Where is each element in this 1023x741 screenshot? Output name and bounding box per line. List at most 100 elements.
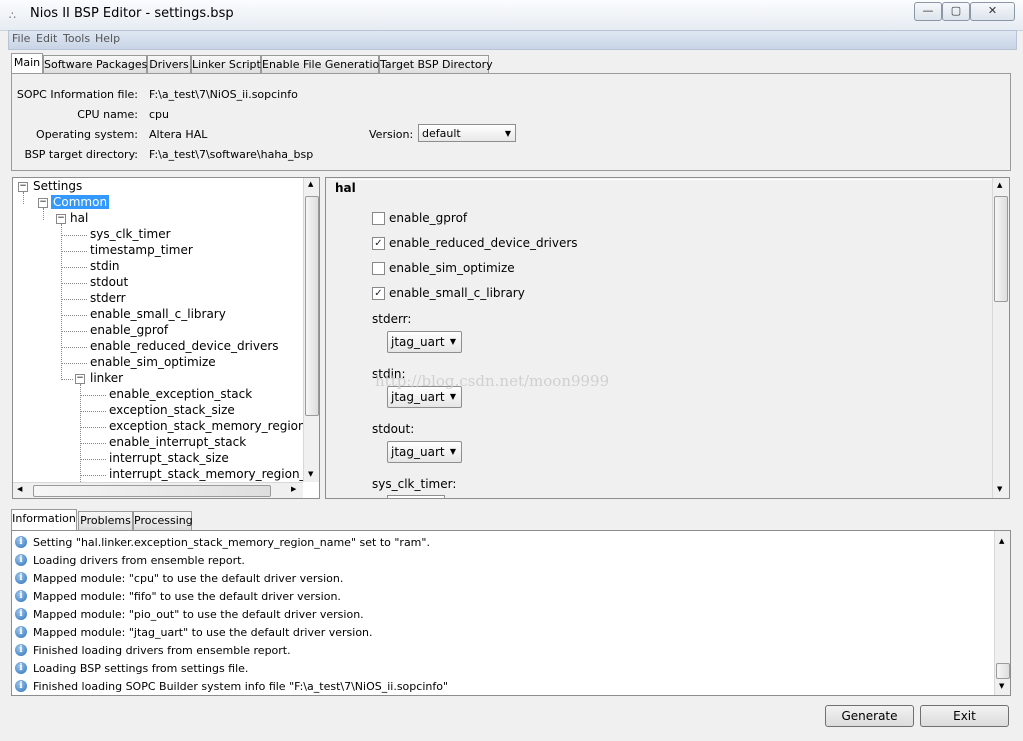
tree-vertical-scrollbar[interactable]: ▲ ▼ <box>303 178 319 482</box>
information-log: i Setting "hal.linker.exception_stack_mem… <box>11 530 1011 696</box>
tree-node-hal-child[interactable]: enable_gprof <box>90 323 168 337</box>
tab-main[interactable]: Main <box>11 53 43 73</box>
log-message: Loading drivers from ensemble report. <box>33 554 245 567</box>
scrollbar-thumb[interactable] <box>33 485 271 497</box>
close-icon[interactable]: ✕ <box>970 2 1015 21</box>
tab-software-packages[interactable]: Software Packages <box>43 55 147 74</box>
version-value: default <box>422 127 461 140</box>
exit-button[interactable]: Exit <box>920 705 1009 727</box>
scroll-up-icon[interactable]: ▲ <box>999 537 1004 545</box>
scroll-down-icon[interactable]: ▼ <box>997 485 1002 493</box>
chevron-down-icon: ▼ <box>449 337 456 346</box>
tab-information[interactable]: Information <box>11 509 77 530</box>
chevron-down-icon: ▼ <box>449 447 456 456</box>
chevron-down-icon: ▼ <box>449 392 456 401</box>
stdout-label: stdout: <box>372 422 415 436</box>
tab-enable-file-generation[interactable]: Enable File Generation <box>261 55 386 74</box>
tree-horizontal-scrollbar[interactable]: ◀ ▶ <box>13 482 303 498</box>
checkbox-label: enable_gprof <box>389 211 468 225</box>
tree-node-hal-child[interactable]: timestamp_timer <box>90 243 193 257</box>
tree-node-linker-child[interactable]: enable_interrupt_stack <box>109 435 246 449</box>
log-message: Mapped module: "cpu" to use the default … <box>33 572 344 585</box>
scroll-down-icon[interactable]: ▼ <box>308 470 313 478</box>
log-message: Mapped module: "jtag_uart" to use the de… <box>33 626 373 639</box>
info-icon: i <box>15 536 27 548</box>
tree-node-common[interactable]: Common <box>51 195 110 209</box>
tab-linker-script[interactable]: Linker Script <box>191 55 261 74</box>
scrollbar-thumb[interactable] <box>996 663 1010 679</box>
os-value: Altera HAL <box>149 128 208 141</box>
sopc-info-label: SOPC Information file: <box>16 88 138 101</box>
tree-node-linker-child[interactable]: interrupt_stack_memory_region_na <box>109 467 319 481</box>
checkbox[interactable]: ✓ <box>372 237 385 250</box>
tree-node-hal-child[interactable]: stdout <box>90 275 128 289</box>
collapse-icon[interactable]: − <box>18 182 28 192</box>
cpu-name-value: cpu <box>149 108 170 121</box>
stdout-select[interactable]: jtag_uart ▼ <box>387 441 462 463</box>
collapse-icon[interactable]: − <box>56 214 66 224</box>
scrollbar-thumb[interactable] <box>305 196 319 416</box>
checkbox-label: enable_sim_optimize <box>389 261 515 275</box>
info-icon: i <box>15 680 27 692</box>
log-message: Mapped module: "fifo" to use the default… <box>33 590 341 603</box>
collapse-icon[interactable]: − <box>75 374 85 384</box>
settings-editor-panel: hal enable_gprof ✓ enable_reduced_device_d… <box>325 177 1010 499</box>
tree-node-linker-child[interactable]: enable_exception_stack <box>109 387 252 401</box>
tab-problems[interactable]: Problems <box>78 511 133 530</box>
log-vertical-scrollbar[interactable]: ▲ ▼ <box>994 531 1010 695</box>
log-message: Mapped module: "pio_out" to use the defa… <box>33 608 364 621</box>
settings-tree: − Settings − Common − hal sys_clk_timert… <box>12 177 320 499</box>
minimize-icon[interactable]: — <box>914 2 942 21</box>
menu-edit[interactable]: Edit <box>36 32 57 45</box>
tree-node-hal-child[interactable]: enable_reduced_device_drivers <box>90 339 279 353</box>
scroll-left-icon[interactable]: ◀ <box>17 485 22 493</box>
log-message: Setting "hal.linker.exception_stack_memo… <box>33 536 430 549</box>
tree-node-hal-child[interactable]: sys_clk_timer <box>90 227 171 241</box>
stderr-label: stderr: <box>372 312 412 326</box>
collapse-icon[interactable]: − <box>38 198 48 208</box>
menu-tools[interactable]: Tools <box>63 32 90 45</box>
version-label: Version: <box>369 128 414 141</box>
tree-node-linker-child[interactable]: exception_stack_memory_region_n <box>109 419 319 433</box>
checkbox[interactable] <box>372 262 385 275</box>
bsp-dir-value: F:\a_test\7\software\haha_bsp <box>149 148 314 161</box>
stderr-select[interactable]: jtag_uart ▼ <box>387 331 462 353</box>
tree-node-linker-child[interactable]: interrupt_stack_size <box>109 451 229 465</box>
sys-clk-timer-select[interactable] <box>387 495 445 498</box>
menu-help[interactable]: Help <box>95 32 120 45</box>
version-select[interactable]: default ▼ <box>418 124 516 142</box>
tab-drivers[interactable]: Drivers <box>147 55 191 74</box>
log-message: Finished loading drivers from ensemble r… <box>33 644 291 657</box>
stdout-value: jtag_uart <box>391 445 445 459</box>
tree-node-hal-child[interactable]: enable_sim_optimize <box>90 355 216 369</box>
menu-file[interactable]: File <box>12 32 30 45</box>
os-label: Operating system: <box>36 128 138 141</box>
watermark-text: http://blog.csdn.net/moon9999 <box>375 372 610 390</box>
settings-vertical-scrollbar[interactable]: ▲ ▼ <box>992 178 1009 498</box>
info-icon: i <box>15 644 27 656</box>
tree-node-hal-child[interactable]: stdin <box>90 259 120 273</box>
tree-node-linker-child[interactable]: exception_stack_size <box>109 403 235 417</box>
maximize-icon[interactable]: ▢ <box>942 2 970 21</box>
scroll-right-icon[interactable]: ▶ <box>291 485 296 493</box>
tree-node-hal-child[interactable]: stderr <box>90 291 126 305</box>
checkbox[interactable] <box>372 212 385 225</box>
scrollbar-thumb[interactable] <box>994 196 1008 302</box>
checkbox[interactable]: ✓ <box>372 287 385 300</box>
stderr-value: jtag_uart <box>391 335 445 349</box>
scroll-up-icon[interactable]: ▲ <box>997 181 1002 189</box>
scroll-up-icon[interactable]: ▲ <box>308 180 313 188</box>
stdin-value: jtag_uart <box>391 390 445 404</box>
window-title: Nios II BSP Editor - settings.bsp <box>30 6 234 21</box>
tab-processing[interactable]: Processing <box>133 511 193 530</box>
scroll-down-icon[interactable]: ▼ <box>999 682 1004 690</box>
tree-node-linker[interactable]: linker <box>90 371 123 385</box>
tab-target-bsp-directory[interactable]: Target BSP Directory <box>379 55 493 74</box>
tree-node-hal-child[interactable]: enable_small_c_library <box>90 307 226 321</box>
bsp-dir-label: BSP target directory: <box>24 148 138 161</box>
info-icon: i <box>15 590 27 602</box>
tree-node-hal[interactable]: hal <box>70 211 88 225</box>
generate-button[interactable]: Generate <box>825 705 914 727</box>
tree-node-settings[interactable]: Settings <box>33 179 82 193</box>
log-message: Loading BSP settings from settings file. <box>33 662 249 675</box>
